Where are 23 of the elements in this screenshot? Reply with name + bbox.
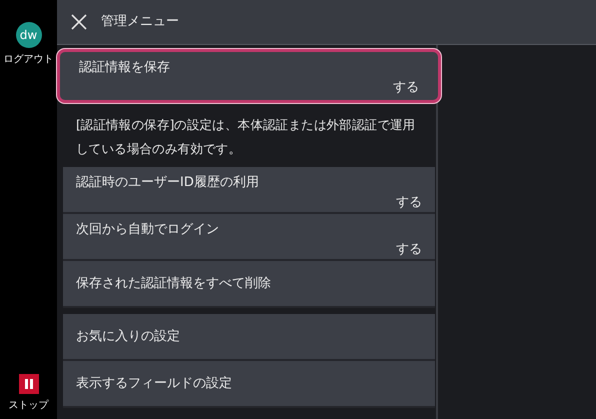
setting-row[interactable]: 次回から自動でログイン する [63, 214, 435, 261]
menu-item-label: 表示するフィールドの設定 [76, 374, 232, 393]
stop-label: ストップ [8, 398, 48, 413]
avatar[interactable]: dw [16, 22, 42, 48]
pause-icon [24, 379, 34, 389]
menu-item[interactable]: お気に入りの設定 [63, 314, 435, 361]
setting-value: する [393, 78, 419, 96]
setting-row[interactable]: 認証時のユーザーID履歴の利用 する [63, 167, 435, 214]
setting-label: 認証時のユーザーID履歴の利用 [76, 174, 260, 192]
setting-label: 認証情報を保存 [79, 59, 171, 77]
menu-item[interactable]: 表示するフィールドの設定 [63, 361, 435, 408]
menu-item[interactable]: 保存された認証情報をすべて削除 [63, 261, 435, 308]
menu-item-label: 保存された認証情報をすべて削除 [76, 274, 271, 293]
note-text: [認証情報の保存]の設定は、本体認証または外部認証で運用している場合のみ有効です。 [76, 116, 416, 158]
setting-value: する [396, 240, 422, 258]
stop-button[interactable] [18, 374, 38, 394]
logout-label: ログアウト [4, 53, 54, 67]
close-icon[interactable] [71, 14, 87, 30]
setting-row[interactable]: 認証情報を保存 する [57, 49, 441, 103]
setting-label: 次回から自動でログイン [76, 221, 220, 239]
header-title: 管理メニュー [101, 13, 179, 32]
menu-item-label: お気に入りの設定 [76, 328, 180, 346]
setting-value: する [396, 194, 422, 212]
